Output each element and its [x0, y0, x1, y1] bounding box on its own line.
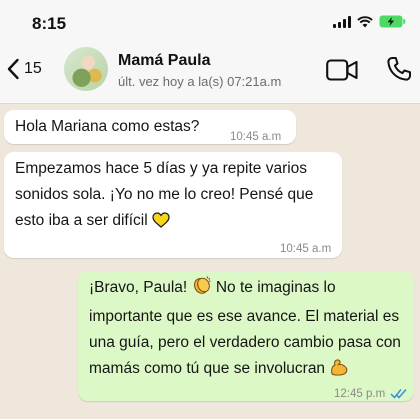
message-text: ¡Bravo, Paula!: [89, 279, 188, 296]
message-time: 12:45 p.m: [334, 388, 386, 400]
chevron-left-icon: [7, 58, 19, 80]
back-button[interactable]: 15: [6, 58, 42, 80]
outgoing-message[interactable]: ¡Bravo, Paula! No te imaginas lo importa…: [78, 271, 414, 401]
video-call-button[interactable]: [326, 59, 358, 86]
voice-call-button[interactable]: [386, 56, 412, 87]
yellow-heart-icon: [152, 211, 170, 237]
clapping-hands-icon: [192, 275, 212, 304]
battery-charging-icon: [379, 15, 406, 28]
incoming-message[interactable]: Hola Mariana como estas? 10:45 a.m: [4, 110, 296, 144]
message-text-wrapper: ¡Bravo, Paula! No te imaginas lo importa…: [89, 275, 405, 385]
signal-icon: [333, 15, 351, 28]
phone-icon: [387, 57, 411, 81]
status-icons: [333, 15, 406, 28]
read-receipt-icon: [390, 382, 408, 408]
avatar[interactable]: [64, 47, 108, 91]
message-text-wrapper: Empezamos hace 5 días y ya repite varios…: [15, 156, 335, 237]
message-text: Hola Mariana como estas?: [15, 118, 200, 135]
incoming-message[interactable]: Empezamos hace 5 días y ya repite varios…: [4, 152, 342, 258]
status-time: 8:15: [32, 14, 67, 33]
chat-header: 8:15 15 Mamá Paula últ. vez hoy a la(s): [0, 0, 420, 104]
unread-count: 15: [24, 60, 42, 77]
video-camera-icon: [326, 59, 358, 81]
last-seen-status: últ. vez hoy a la(s) 07:21a.m: [118, 74, 282, 89]
message-time: 10:45 a.m: [230, 131, 282, 143]
wifi-icon: [357, 15, 373, 28]
contact-name[interactable]: Mamá Paula: [118, 52, 210, 70]
message-time: 10:45 a.m: [280, 243, 332, 255]
